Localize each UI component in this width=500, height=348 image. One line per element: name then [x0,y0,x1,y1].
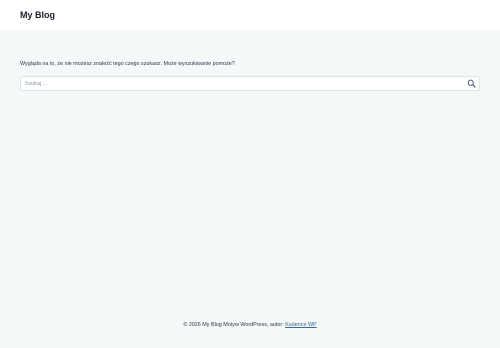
not-found-message: Wygląda na to, że nie możesz znaleźć teg… [20,61,235,67]
site-header: My Blog [0,0,500,30]
site-footer: © 2026 My Blog Motyw WordPress, autor: K… [0,316,500,334]
footer-theme-link[interactable]: Kadence WP [285,322,316,328]
site-title-link[interactable]: My Blog [20,9,55,21]
search-form [20,76,480,91]
footer-copyright: © 2026 My Blog Motyw WordPress, autor: [183,322,286,328]
search-input[interactable] [21,77,461,90]
search-icon [467,79,476,88]
search-submit-button[interactable] [467,79,476,88]
